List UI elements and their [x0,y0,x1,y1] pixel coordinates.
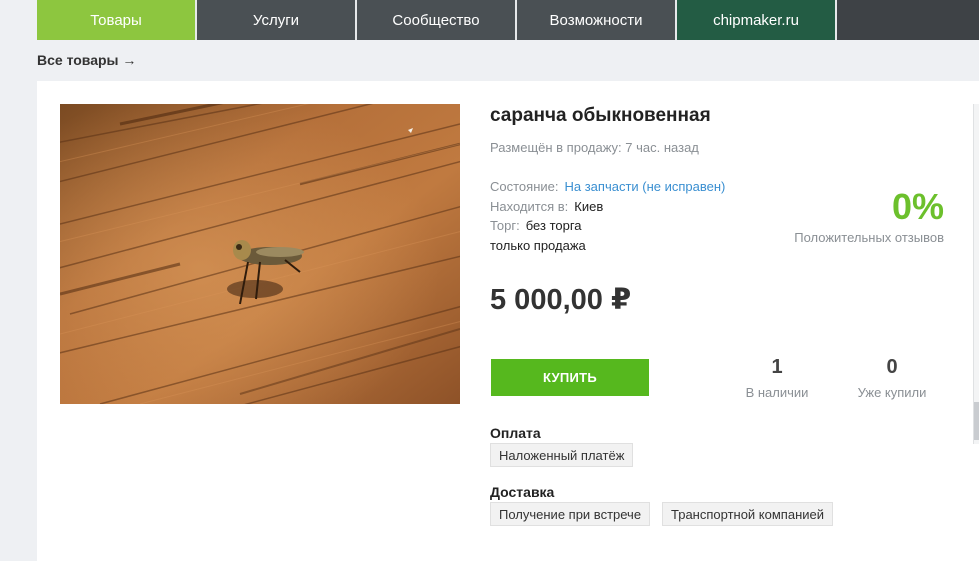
scrollbar-thumb[interactable] [974,402,979,440]
condition-value-link[interactable]: На запчасти (не исправен) [564,179,725,194]
nav-filler [837,0,979,40]
location-row: Находится в: Киев [490,199,603,214]
sold-stat: 0 Уже купили [832,356,952,400]
sold-label: Уже купили [857,385,927,400]
tab-chipmaker[interactable]: chipmaker.ru [677,0,837,40]
page-scrollbar[interactable] [973,104,979,444]
posted-time: Размещён в продажу: 7 час. назад [490,140,699,155]
locust-photo-image [60,104,460,404]
breadcrumb-all-products[interactable]: Все товары → [37,52,136,68]
payment-heading: Оплата [490,425,541,441]
in-stock-count: 1 [771,356,783,378]
product-title: саранча обыкновенная [490,105,711,126]
in-stock-label: В наличии [745,385,809,400]
tab-products[interactable]: Товары [37,0,197,40]
sold-count: 0 [886,356,898,378]
sale-type: только продажа [490,238,586,253]
payment-option-cod[interactable]: Наложенный платёж [490,443,634,467]
condition-row: Состояние: На запчасти (не исправен) [490,179,725,194]
delivery-option-meeting[interactable]: Получение при встрече [490,502,651,526]
buy-button[interactable]: КУПИТЬ [491,359,649,396]
product-price: 5 000,00 ₽ [490,284,632,316]
bargain-row: Торг: без торга [490,218,582,233]
feedback-label: Положительных отзывов [794,230,944,245]
feedback-percent: 0% [891,186,944,227]
bargain-label: Торг: [490,218,520,233]
bargain-value: без торга [525,218,582,233]
in-stock-stat: 1 В наличии [717,356,837,400]
location-value: Киев [574,199,604,214]
tab-community[interactable]: Сообщество [357,0,517,40]
delivery-heading: Доставка [490,484,555,500]
tab-services[interactable]: Услуги [197,0,357,40]
condition-label: Состояние: [490,179,559,194]
delivery-option-transport[interactable]: Транспортной компанией [662,502,834,526]
tab-features[interactable]: Возможности [517,0,677,40]
location-label: Находится в: [490,199,569,214]
top-navigation: Товары Услуги Сообщество Возможности chi… [37,0,979,40]
product-photo[interactable] [60,104,460,404]
